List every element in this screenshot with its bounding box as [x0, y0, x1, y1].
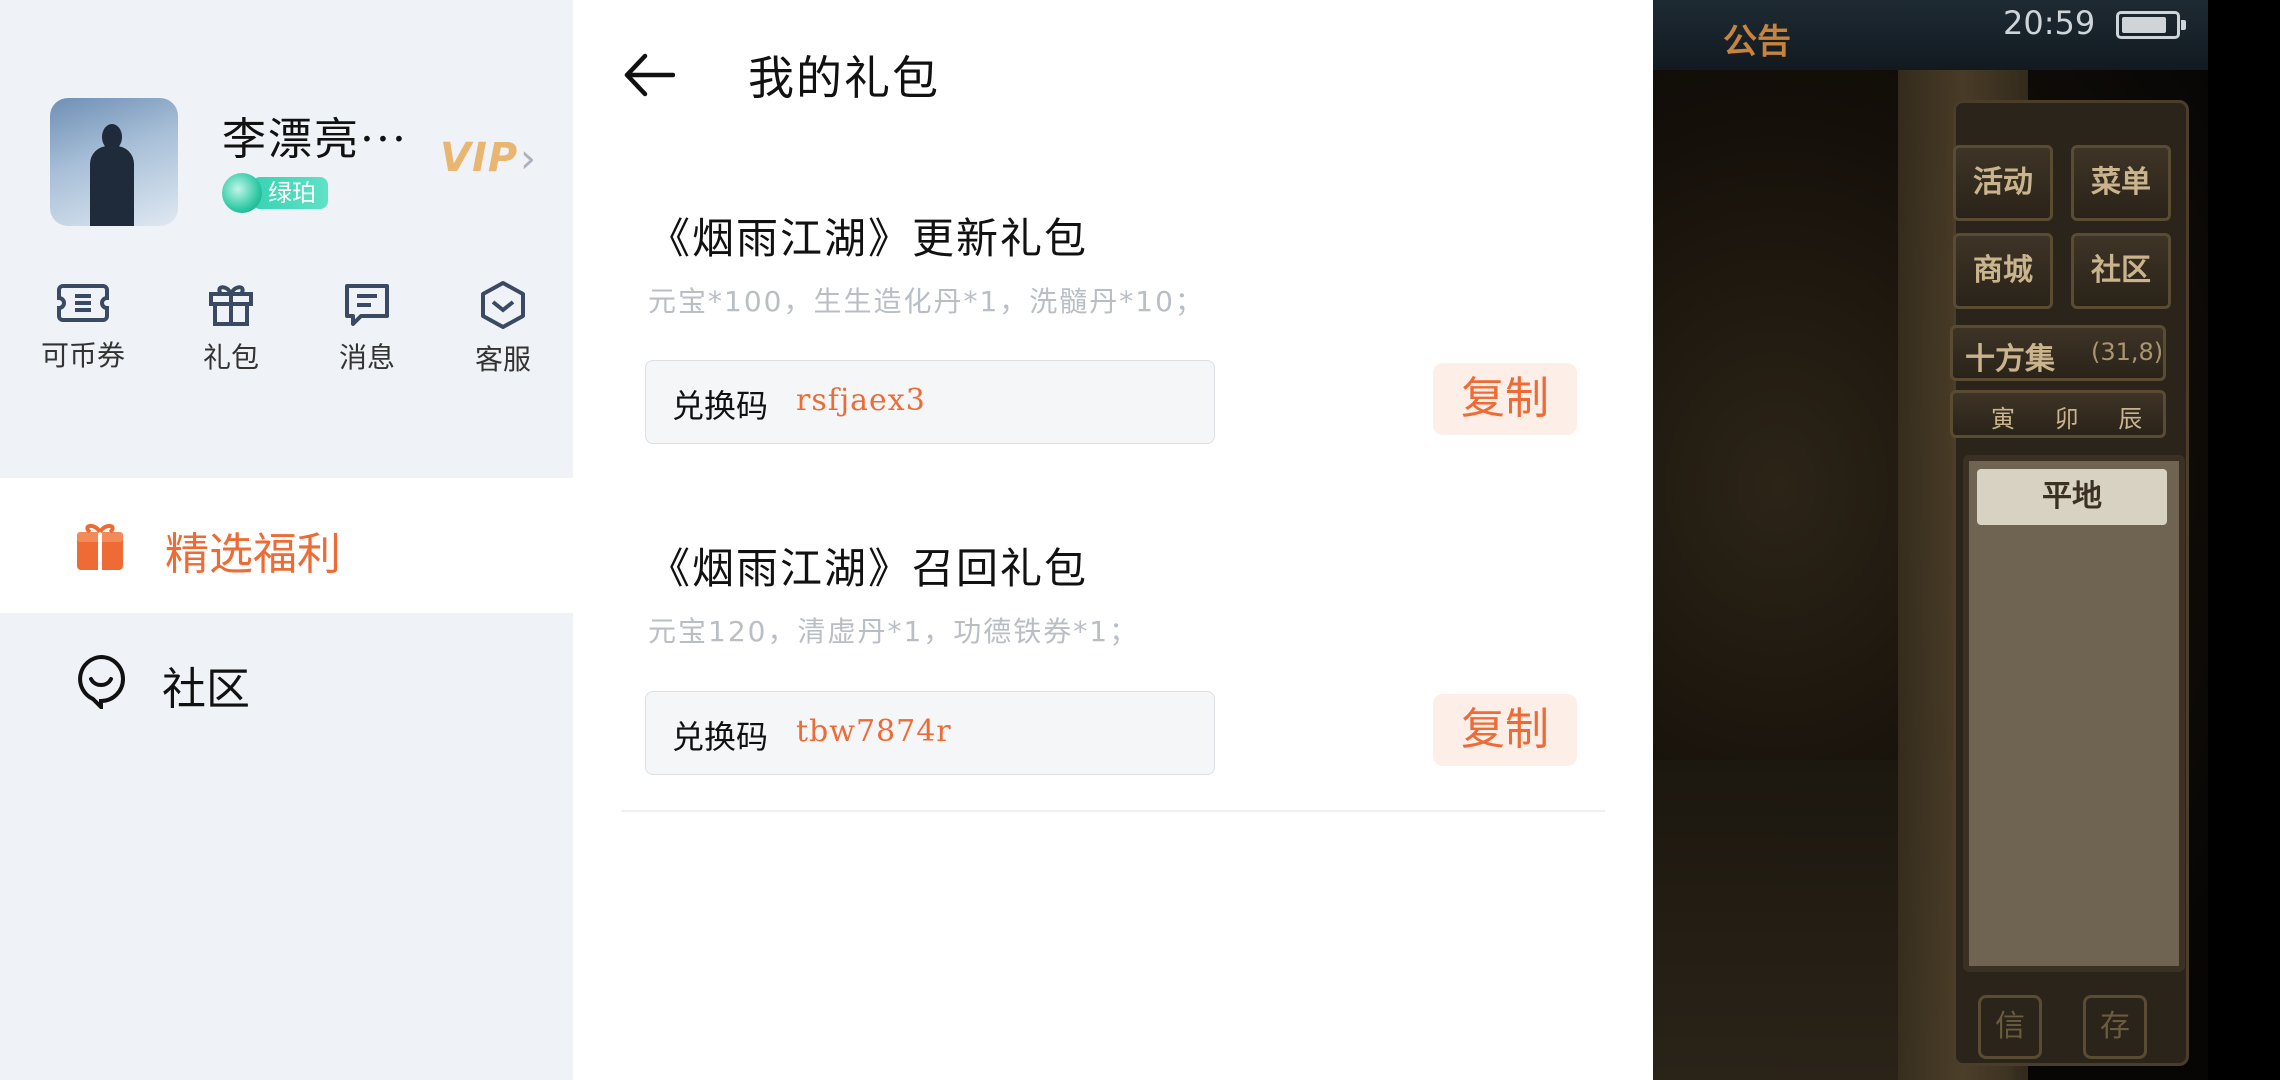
nav-item-community[interactable]: 社区	[0, 613, 573, 748]
gem-icon	[222, 173, 262, 213]
quick-item-label: 客服	[474, 343, 531, 376]
code-label: 兑换码	[672, 718, 769, 756]
quick-menu: 可币券 礼包 消息 客服	[0, 280, 573, 390]
redeem-code-row: 兑换码 rsfjaex3 复制	[645, 360, 1577, 446]
quick-item-service[interactable]: 客服	[448, 280, 558, 378]
divider	[621, 810, 1605, 812]
quick-item-coupon[interactable]: 可币券	[28, 280, 138, 374]
game-shop-button[interactable]: 商城	[1953, 233, 2053, 309]
avatar[interactable]	[50, 98, 178, 226]
time-dial-label: 寅 卯 辰	[1991, 405, 2159, 433]
copy-button[interactable]: 复制	[1433, 363, 1577, 435]
profile-card: 李漂亮··· 绿珀 VIP › 可币券 礼包 消息 客服	[0, 0, 573, 478]
quick-item-label: 可币券	[40, 339, 125, 372]
username[interactable]: 李漂亮···	[222, 103, 408, 167]
nav-item-welfare[interactable]: 精选福利	[0, 478, 573, 613]
vip-label[interactable]: VIP	[440, 135, 518, 181]
level-badge: 绿珀	[222, 172, 328, 214]
gift-icon	[209, 285, 253, 326]
gift-title: 《烟雨江湖》更新礼包	[648, 214, 1089, 263]
location-name: 十方集	[1965, 342, 2055, 377]
location-coords: (31,8)	[2091, 338, 2164, 366]
coupon-icon	[57, 284, 109, 322]
game-storage-button[interactable]: 存	[2083, 995, 2147, 1059]
code-value[interactable]: rsfjaex3	[796, 383, 926, 418]
game-community-button[interactable]: 社区	[2071, 233, 2171, 309]
game-menu-button[interactable]: 菜单	[2071, 145, 2171, 221]
quick-item-label: 消息	[338, 341, 395, 374]
redeem-code-row: 兑换码 tbw7874r 复制	[645, 691, 1577, 777]
game-mail-button[interactable]: 信	[1978, 995, 2042, 1059]
terrain-label: 平地	[1977, 469, 2167, 525]
level-label: 绿珀	[252, 177, 328, 209]
game-location-bar[interactable]: 十方集 (31,8)	[1950, 325, 2166, 381]
quick-item-label: 礼包	[202, 341, 259, 374]
chevron-right-icon[interactable]: ›	[520, 136, 536, 182]
code-value[interactable]: tbw7874r	[796, 714, 952, 749]
gift-card: 《烟雨江湖》召回礼包 元宝120，清虚丹*1，功德铁券*1；	[648, 535, 1648, 650]
redeem-code-box[interactable]: 兑换码 rsfjaex3	[645, 360, 1215, 444]
gift-desc: 元宝120，清虚丹*1，功德铁券*1；	[648, 615, 1140, 648]
back-arrow-icon[interactable]	[623, 52, 675, 98]
community-icon	[78, 654, 125, 709]
game-background: 公告 20:59 活动 菜单 商城 社区 十方集 (31,8) 寅 卯 辰 平地…	[1653, 0, 2280, 1080]
customer-service-icon	[481, 281, 525, 329]
quick-item-message[interactable]: 消息	[312, 280, 422, 376]
copy-button[interactable]: 复制	[1433, 694, 1577, 766]
gift-box-icon	[77, 524, 123, 570]
message-icon	[345, 284, 389, 326]
nav-item-label: 社区	[162, 664, 250, 715]
gift-card: 《烟雨江湖》更新礼包 元宝*100，生生造化丹*1，洗髓丹*10；	[648, 205, 1648, 320]
nav-item-label: 精选福利	[165, 529, 341, 580]
sidebar: 李漂亮··· 绿珀 VIP › 可币券 礼包 消息 客服 精选福利 社区	[0, 0, 573, 1080]
gift-desc: 元宝*100，生生造化丹*1，洗髓丹*10；	[648, 285, 1205, 318]
gift-list-panel: 我的礼包 《烟雨江湖》更新礼包 元宝*100，生生造化丹*1，洗髓丹*10； 兑…	[573, 0, 1653, 1080]
redeem-code-box[interactable]: 兑换码 tbw7874r	[645, 691, 1215, 775]
game-notice-button[interactable]: 公告	[1723, 14, 1791, 63]
quick-item-gift[interactable]: 礼包	[176, 280, 286, 376]
code-label: 兑换码	[672, 387, 769, 425]
game-terrain-panel: 平地	[1963, 455, 2185, 972]
gift-title: 《烟雨江湖》召回礼包	[648, 544, 1089, 593]
battery-icon	[2116, 11, 2186, 39]
game-activity-button[interactable]: 活动	[1953, 145, 2053, 221]
status-time: 20:59	[2003, 4, 2096, 42]
page-title: 我的礼包	[748, 51, 940, 105]
game-time-dial: 寅 卯 辰	[1950, 390, 2166, 438]
